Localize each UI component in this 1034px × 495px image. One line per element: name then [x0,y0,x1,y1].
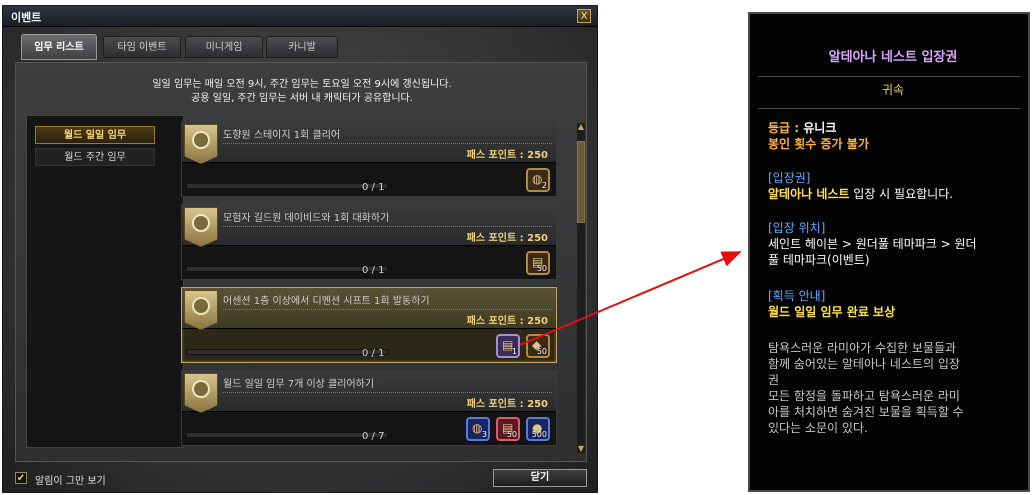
divider [758,76,1020,77]
progress-bar [186,349,388,355]
pass-points: 패스 포인트 : 250 [466,316,548,327]
reward-count: 50 [536,264,547,273]
divider [223,143,552,144]
reward-count: 3 [481,430,487,439]
tooltip-grade: 등급 : 유니크 [768,120,1018,136]
reward-slot[interactable]: ◍ 2 [526,168,550,192]
progress-text: 0 / 1 [362,182,385,193]
tooltip-title: 알테아나 네스트 입장권 [828,50,958,65]
reward-count: 500 [531,430,547,439]
checkbox-label: 알림이 그만 보기 [35,476,106,487]
grade-value: 유니크 [803,121,837,135]
entry-name: 알테아나 네스트 [768,187,850,201]
location-text: 세인트 헤이븐 > 원더풀 테마파크 > 원더 [768,237,977,251]
reward-slot[interactable]: ▤ 1 [496,334,520,358]
divider [223,226,552,227]
progress-bar [186,183,388,189]
item-tooltip: 알테아나 네스트 입장권 귀속 등급 : 유니크 봉인 횟수 증가 불가 [입장… [748,12,1030,492]
quest-item[interactable]: 도향원 스테이지 1회 클리어 패스 포인트 : 250 0 / 1 ◍ 2 [181,121,557,197]
quest-name: 모험자 길드원 데이비드와 1회 대화하기 [223,213,390,224]
notice-line: 공용 일일, 주간 임무는 서버 내 캐릭터가 공유합니다. [191,93,413,104]
divider [223,309,552,310]
location-header: [입장 위치] [768,221,826,235]
category-list: 월드 일일 임무 월드 주간 임무 [26,115,184,448]
entry-header: [입장권] [768,171,811,185]
description-line: 권 [768,373,780,387]
title-bar[interactable]: 이벤트 X [3,6,597,27]
tab-carnival[interactable]: 카니발 [266,36,338,58]
emblem-icon [184,290,218,330]
acquire-header: [획득 안내] [768,289,826,303]
tooltip-seal: 봉인 횟수 증가 불가 [768,137,869,151]
mission-panel: 일일 임무는 매일 오전 9시, 주간 임무는 토요일 오전 9시에 갱신됩니다… [15,62,587,462]
tab-time-event[interactable]: 타임 이벤트 [103,36,181,58]
reward-count: 50 [536,347,547,356]
progress-bar [186,266,388,272]
description-line: 아를 처치하면 숨겨진 보물을 획득할 수 [768,405,964,419]
category-world-weekly[interactable]: 월드 주간 임무 [35,148,155,166]
window-title: 이벤트 [11,11,42,24]
category-world-daily[interactable]: 월드 일일 임무 [35,126,155,144]
quest-item[interactable]: 월드 일일 임무 7개 이상 클리어하기 패스 포인트 : 250 0 / 7 … [181,370,557,446]
scroll-down-icon[interactable]: ▼ [577,445,585,453]
grade-label: 등급 : [768,121,804,135]
quest-name: 월드 일일 임무 7개 이상 클리어하기 [223,379,375,390]
emblem-icon [184,207,218,247]
description-line: 함께 숨어있는 알테아나 네스트의 입장 [768,357,960,371]
reward-count: 50 [506,430,517,439]
notice-text: 일일 임무는 매일 오전 9시, 주간 임무는 토요일 오전 9시에 갱신됩니다… [16,78,588,106]
progress-text: 0 / 1 [362,348,385,359]
reward-count: 2 [541,181,547,190]
pouch-icon: ◍ [472,421,483,435]
quest-item-selected[interactable]: 어센션 1층 이상에서 디멘션 시프트 1회 발동하기 패스 포인트 : 250… [181,287,557,363]
reward-slot[interactable]: ● 500 [526,417,550,441]
pass-points: 패스 포인트 : 250 [466,233,548,244]
pass-points: 패스 포인트 : 250 [466,399,548,410]
entry-description: 알테아나 네스트 입장 시 필요합니다. [768,186,1018,202]
reward-count: 1 [511,347,517,356]
emblem-icon [184,124,218,164]
acquire-text: 월드 일일 임무 완료 보상 [768,305,896,319]
reward-slot-nest-ticket[interactable]: ◆ 50 [526,334,550,358]
progress-bar [186,432,388,438]
close-button[interactable]: 닫기 [493,469,587,487]
location-text: 풀 테마파크(이벤트) [768,253,870,267]
pouch-icon: ◍ [532,172,543,186]
close-icon[interactable]: X [577,9,591,23]
emblem-icon [184,373,218,413]
pass-points: 패스 포인트 : 250 [466,150,548,161]
reward-slot[interactable]: ▤ 50 [496,417,520,441]
quest-name: 도향원 스테이지 1회 클리어 [223,130,341,141]
divider [758,108,1020,109]
scroll-thumb[interactable] [577,141,585,223]
scroll-up-icon[interactable]: ▲ [577,123,585,131]
quest-item[interactable]: 모험자 길드원 데이비드와 1회 대화하기 패스 포인트 : 250 0 / 1… [181,204,557,280]
reward-slot[interactable]: ◍ 3 [466,417,490,441]
progress-text: 0 / 7 [362,431,385,442]
tooltip-binding: 귀속 [881,83,905,97]
description-line: 탐욕스러운 라미아가 수집한 보물들과 [768,341,957,355]
tab-mission-list[interactable]: 임무 리스트 [21,34,97,60]
divider [223,392,552,393]
event-window: 이벤트 X 임무 리스트 타임 이벤트 미니게임 카니발 일일 임무는 매일 오… [2,5,598,493]
description-line: 있다는 소문이 있다. [768,421,868,435]
quest-name: 어센션 1층 이상에서 디멘션 시프트 1회 발동하기 [223,296,430,307]
checkbox[interactable]: ✔ [15,472,27,484]
description-line: 모든 함정을 돌파하고 탐욕스러운 라미 [768,389,960,403]
entry-text: 입장 시 필요합니다. [849,187,954,201]
notice-line: 일일 임무는 매일 오전 9시, 주간 임무는 토요일 오전 9시에 갱신됩니다… [152,79,452,90]
progress-text: 0 / 1 [362,265,385,276]
quest-list: 도향원 스테이지 1회 클리어 패스 포인트 : 250 0 / 1 ◍ 2 모… [181,121,576,455]
tab-minigame[interactable]: 미니게임 [185,36,263,58]
reward-slot[interactable]: ▤ 50 [526,251,550,275]
scrollbar[interactable]: ▲ ▼ [577,123,585,453]
